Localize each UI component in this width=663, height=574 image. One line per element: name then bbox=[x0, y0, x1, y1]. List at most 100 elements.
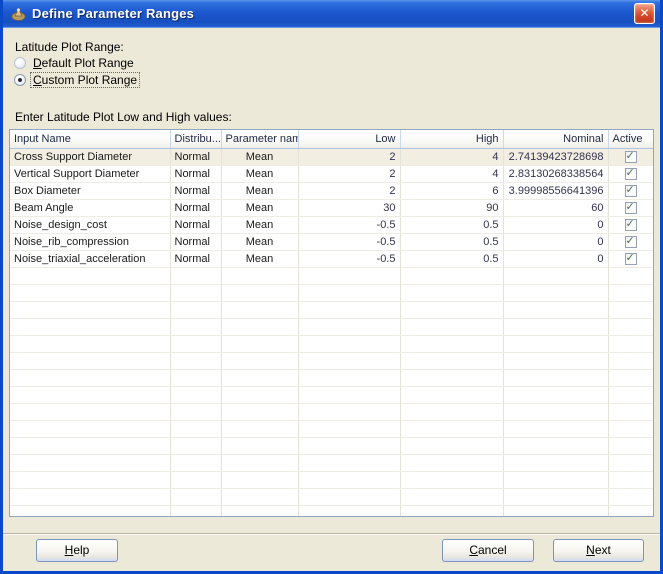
cell-nominal: 60 bbox=[503, 199, 608, 216]
cell-active bbox=[608, 216, 653, 233]
table-row[interactable]: Noise_rib_compressionNormalMean-0.50.50 bbox=[10, 233, 653, 250]
empty-cell bbox=[170, 488, 221, 505]
active-checkbox[interactable] bbox=[625, 236, 637, 248]
empty-cell bbox=[10, 369, 170, 386]
active-checkbox[interactable] bbox=[625, 168, 637, 180]
table-row[interactable]: Cross Support DiameterNormalMean242.7413… bbox=[10, 148, 653, 165]
table-empty-row bbox=[10, 267, 653, 284]
empty-cell bbox=[400, 505, 503, 517]
empty-cell bbox=[10, 454, 170, 471]
empty-cell bbox=[400, 335, 503, 352]
empty-cell bbox=[10, 284, 170, 301]
radio-icon-custom[interactable] bbox=[14, 74, 26, 86]
cell-high: 4 bbox=[400, 165, 503, 182]
column-header-input-name[interactable]: Input Name bbox=[10, 130, 170, 148]
cell-parameter-name: Mean bbox=[221, 148, 298, 165]
empty-cell bbox=[503, 386, 608, 403]
cell-nominal: 2.83130268338564 bbox=[503, 165, 608, 182]
bottom-divider bbox=[3, 533, 660, 535]
cell-low: -0.5 bbox=[298, 233, 400, 250]
help-button[interactable]: Help bbox=[36, 539, 118, 562]
cell-parameter-name: Mean bbox=[221, 182, 298, 199]
empty-cell bbox=[608, 420, 653, 437]
cell-distribution: Normal bbox=[170, 148, 221, 165]
empty-cell bbox=[503, 301, 608, 318]
table-empty-row bbox=[10, 352, 653, 369]
empty-cell bbox=[608, 267, 653, 284]
empty-cell bbox=[400, 369, 503, 386]
cell-active bbox=[608, 165, 653, 182]
cell-input-name: Cross Support Diameter bbox=[10, 148, 170, 165]
empty-cell bbox=[400, 386, 503, 403]
empty-cell bbox=[400, 352, 503, 369]
radio-default-label: Default Plot Range bbox=[31, 56, 136, 70]
table-row[interactable]: Beam AngleNormalMean309060 bbox=[10, 199, 653, 216]
empty-cell bbox=[608, 318, 653, 335]
cell-low: 2 bbox=[298, 165, 400, 182]
column-header-parameter-name[interactable]: Parameter name bbox=[221, 130, 298, 148]
cell-input-name: Vertical Support Diameter bbox=[10, 165, 170, 182]
cell-high: 0.5 bbox=[400, 233, 503, 250]
empty-cell bbox=[221, 437, 298, 454]
cell-high: 0.5 bbox=[400, 250, 503, 267]
cell-nominal: 3.99998556641396 bbox=[503, 182, 608, 199]
empty-cell bbox=[10, 471, 170, 488]
active-checkbox[interactable] bbox=[625, 151, 637, 163]
empty-cell bbox=[170, 454, 221, 471]
empty-cell bbox=[608, 386, 653, 403]
empty-cell bbox=[170, 505, 221, 517]
empty-cell bbox=[503, 352, 608, 369]
empty-cell bbox=[608, 369, 653, 386]
next-button[interactable]: Next bbox=[553, 539, 644, 562]
table-header-row: Input Name Distribu... Parameter name Lo… bbox=[10, 130, 653, 148]
column-header-distribution[interactable]: Distribu... bbox=[170, 130, 221, 148]
active-checkbox[interactable] bbox=[625, 253, 637, 265]
empty-cell bbox=[10, 301, 170, 318]
empty-cell bbox=[608, 505, 653, 517]
empty-cell bbox=[503, 488, 608, 505]
table-row[interactable]: Noise_design_costNormalMean-0.50.50 bbox=[10, 216, 653, 233]
empty-cell bbox=[298, 488, 400, 505]
column-header-nominal[interactable]: Nominal bbox=[503, 130, 608, 148]
table-row[interactable]: Box DiameterNormalMean263.99998556641396 bbox=[10, 182, 653, 199]
radio-icon-default[interactable] bbox=[14, 57, 26, 69]
empty-cell bbox=[608, 301, 653, 318]
column-header-active[interactable]: Active bbox=[608, 130, 653, 148]
table-row[interactable]: Vertical Support DiameterNormalMean242.8… bbox=[10, 165, 653, 182]
cell-distribution: Normal bbox=[170, 233, 221, 250]
cell-distribution: Normal bbox=[170, 165, 221, 182]
close-icon[interactable]: ✕ bbox=[634, 3, 655, 24]
empty-cell bbox=[608, 488, 653, 505]
cell-high: 4 bbox=[400, 148, 503, 165]
cell-parameter-name: Mean bbox=[221, 233, 298, 250]
active-checkbox[interactable] bbox=[625, 202, 637, 214]
column-header-low[interactable]: Low bbox=[298, 130, 400, 148]
active-checkbox[interactable] bbox=[625, 219, 637, 231]
cell-input-name: Noise_design_cost bbox=[10, 216, 170, 233]
radio-custom-label: Custom Plot Range bbox=[31, 73, 139, 87]
empty-cell bbox=[400, 437, 503, 454]
empty-cell bbox=[10, 352, 170, 369]
table-empty-row bbox=[10, 420, 653, 437]
empty-cell bbox=[10, 505, 170, 517]
empty-cell bbox=[221, 403, 298, 420]
empty-cell bbox=[221, 352, 298, 369]
empty-cell bbox=[503, 505, 608, 517]
empty-cell bbox=[10, 335, 170, 352]
cell-input-name: Box Diameter bbox=[10, 182, 170, 199]
active-checkbox[interactable] bbox=[625, 185, 637, 197]
cell-low: -0.5 bbox=[298, 216, 400, 233]
radio-default-plot-range[interactable]: Default Plot Range bbox=[14, 56, 136, 70]
empty-cell bbox=[170, 267, 221, 284]
table-empty-row bbox=[10, 437, 653, 454]
cell-nominal: 2.74139423728698 bbox=[503, 148, 608, 165]
cell-input-name: Noise_rib_compression bbox=[10, 233, 170, 250]
empty-cell bbox=[298, 505, 400, 517]
radio-custom-plot-range[interactable]: Custom Plot Range bbox=[14, 73, 139, 87]
column-header-high[interactable]: High bbox=[400, 130, 503, 148]
cancel-button[interactable]: Cancel bbox=[442, 539, 534, 562]
empty-cell bbox=[298, 471, 400, 488]
empty-cell bbox=[10, 386, 170, 403]
empty-cell bbox=[170, 437, 221, 454]
table-row[interactable]: Noise_triaxial_accelerationNormalMean-0.… bbox=[10, 250, 653, 267]
